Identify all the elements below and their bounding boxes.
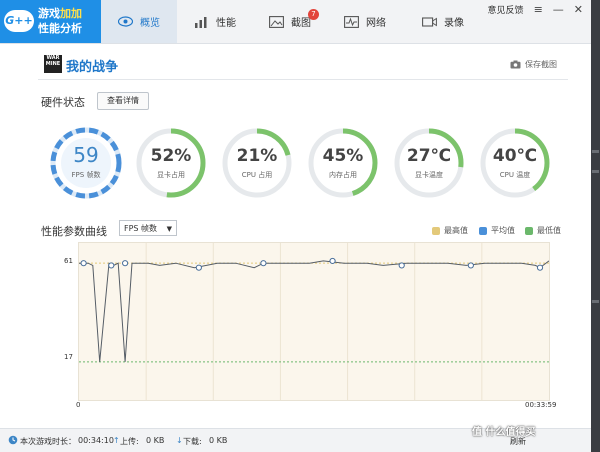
gauge-gpu-temp: 27℃ 显卡温度 <box>392 126 466 200</box>
metric-select[interactable]: FPS 帧数 ▼ <box>119 220 177 236</box>
save-screenshot-button[interactable]: 保存截图 <box>510 59 557 70</box>
menu-icon[interactable]: ≡ <box>534 4 543 15</box>
close-icon[interactable]: ✕ <box>574 4 583 15</box>
upload-label: 上传: <box>120 437 139 446</box>
app-window: G++ 游戏加加 性能分析 概览 性能 截图 7 网络 录像 意见反馈 ≡ — … <box>0 0 592 452</box>
clock-icon <box>8 435 18 445</box>
duration-label: 本次游戏时长： <box>20 437 76 446</box>
game-icon: WAR MINE <box>44 55 62 73</box>
logo-line2: 性能分析 <box>38 22 82 35</box>
gauge-label: 显卡温度 <box>415 171 443 179</box>
y-tick-label: 17 <box>64 353 73 361</box>
legend-label: 最高值 <box>444 226 468 235</box>
gauge-cpu-usage: 21% CPU 占用 <box>220 126 294 200</box>
gauge-value: 27℃ <box>406 146 452 166</box>
y-tick-label: 61 <box>64 257 73 265</box>
data-point <box>398 262 405 269</box>
gauge-value: 45% <box>322 146 364 166</box>
download-label: 下载: <box>183 437 202 446</box>
data-point <box>536 264 544 271</box>
background-strip <box>591 0 600 452</box>
strip-mark <box>592 170 599 173</box>
chart-section-title: 性能参数曲线 <box>41 225 107 238</box>
download-arrow-icon: ↓ <box>176 436 183 445</box>
gauge-label: CPU 占用 <box>241 171 273 179</box>
fps-series-line <box>79 260 550 362</box>
metric-select-value: FPS 帧数 <box>124 224 158 233</box>
x-end-label: 00:33:59 <box>525 401 557 409</box>
data-point <box>260 260 267 267</box>
logo-line1: 游戏加加 <box>38 7 82 20</box>
video-camera-icon <box>422 16 437 27</box>
tab-network-label: 网络 <box>366 18 386 29</box>
gauge-memory-usage: 45% 内存占用 <box>306 126 380 200</box>
titlebar-controls: 意见反馈 ≡ — ✕ <box>488 3 583 16</box>
view-details-button[interactable]: 查看详情 <box>97 92 149 110</box>
legend-label: 最低值 <box>537 226 561 235</box>
chart-plot <box>79 243 550 400</box>
minimize-icon[interactable]: — <box>553 4 564 15</box>
data-point <box>467 262 474 269</box>
data-point <box>329 257 336 265</box>
tab-overview-label: 概览 <box>140 18 160 29</box>
legend-swatch <box>432 226 440 235</box>
tab-performance-label: 性能 <box>216 18 236 29</box>
data-point <box>122 260 129 267</box>
game-title: 我的战争 <box>66 60 119 75</box>
save-screenshot-label: 保存截图 <box>525 60 557 69</box>
legend-swatch <box>479 226 487 235</box>
watermark: 值 什么值得买 <box>472 427 536 438</box>
title-bar: G++ 游戏加加 性能分析 概览 性能 截图 7 网络 录像 意见反馈 ≡ — … <box>0 0 591 44</box>
fps-chart <box>78 242 550 401</box>
data-point <box>80 260 87 267</box>
gauge-label: CPU 温度 <box>499 171 531 179</box>
notification-badge: 7 <box>308 9 319 20</box>
gauge-gpu-usage: 52% 显卡占用 <box>134 126 208 200</box>
gauge-value: 52% <box>150 146 192 166</box>
gauge-cpu-temp: 40℃ CPU 温度 <box>478 126 552 200</box>
gauge-label: 显卡占用 <box>157 171 185 179</box>
tab-screenshots[interactable]: 截图 7 <box>255 0 325 43</box>
image-icon <box>269 15 284 28</box>
divider <box>38 79 568 80</box>
hardware-status-title: 硬件状态 <box>41 96 85 109</box>
x-start-label: 0 <box>76 401 81 409</box>
duration-value: 00:34:10 <box>78 436 114 445</box>
logo-line1-a: 游戏 <box>38 7 60 20</box>
gauge-fps: 59 FPS 帧数 <box>49 126 123 200</box>
camera-icon <box>510 60 521 69</box>
strip-mark <box>592 300 599 303</box>
tab-network[interactable]: 网络 <box>330 0 400 43</box>
chevron-down-icon: ▼ <box>166 225 172 233</box>
legend-label: 平均值 <box>491 226 515 235</box>
upload-arrow-icon: ↑ <box>113 436 120 445</box>
tab-recording-label: 录像 <box>444 18 464 29</box>
tab-recording[interactable]: 录像 <box>408 0 478 43</box>
gauge-label: FPS 帧数 <box>71 171 101 179</box>
tab-overview[interactable]: 概览 <box>101 0 177 43</box>
network-icon <box>344 15 359 28</box>
strip-mark <box>592 150 599 153</box>
upload-value: 0 KB <box>146 436 165 445</box>
logo-line1-b: 加加 <box>60 7 82 20</box>
logo-badge: G++ <box>4 10 34 32</box>
app-logo: G++ 游戏加加 性能分析 <box>0 0 101 43</box>
legend-max: 最高值 <box>432 225 468 236</box>
gauge-value: 40℃ <box>492 146 538 166</box>
gauge-value: 59 <box>73 143 99 167</box>
gauge-label: 内存占用 <box>329 171 357 179</box>
feedback-link[interactable]: 意见反馈 <box>488 3 524 16</box>
data-point <box>195 264 202 271</box>
legend-avg: 平均值 <box>479 225 515 236</box>
gauge-value: 21% <box>236 146 278 166</box>
tab-performance[interactable]: 性能 <box>180 0 250 43</box>
eye-icon <box>118 16 133 27</box>
download-value: 0 KB <box>209 436 228 445</box>
data-point <box>108 262 115 269</box>
legend-swatch <box>525 226 533 235</box>
bar-chart-icon <box>195 16 207 28</box>
legend-min: 最低值 <box>525 225 561 236</box>
